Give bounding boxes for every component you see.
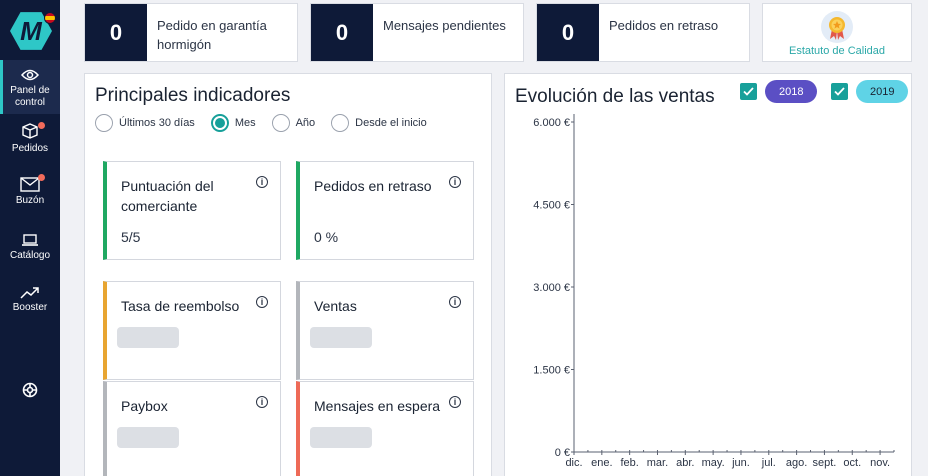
stat-value: 0 — [85, 4, 147, 61]
nav-orders[interactable]: Pedidos — [0, 122, 60, 156]
nav-orders-label: Pedidos — [11, 143, 49, 154]
stat-label: Pedidos en retraso — [609, 18, 719, 33]
card-title: Puntuación del comerciante — [121, 178, 214, 214]
quality-status-card[interactable]: Estatuto de Calidad — [762, 3, 912, 62]
x-tick-label: nov. — [870, 457, 890, 469]
box-icon — [22, 123, 38, 139]
card-title: Pedidos en retraso — [314, 178, 432, 194]
radio-label: Últimos 30 días — [119, 117, 195, 129]
medal-icon — [821, 11, 853, 43]
x-tick-label: dic. — [565, 457, 582, 469]
nav-dashboard[interactable]: Panel de control — [0, 60, 60, 114]
indicators-panel: Principales indicadores Últimos 30 días … — [84, 73, 492, 476]
app-logo[interactable]: M — [10, 10, 56, 52]
spain-flag-icon[interactable] — [44, 12, 56, 24]
stat-value: 0 — [537, 4, 599, 61]
period-radio-month[interactable]: Mes — [210, 114, 256, 132]
check-icon — [834, 87, 845, 96]
inbox-badge — [38, 174, 45, 181]
stat-label: Pedido en garantía hormigón — [157, 18, 267, 52]
eye-icon — [21, 69, 39, 81]
period-selector: Últimos 30 días Mes Año Desde el inicio — [95, 114, 443, 132]
nav-inbox[interactable]: Buzón — [0, 174, 60, 208]
info-icon[interactable]: i — [449, 396, 461, 408]
x-tick-label: may. — [702, 457, 725, 469]
loading-placeholder — [310, 427, 372, 448]
x-tick-label: sept. — [813, 457, 837, 469]
info-icon[interactable]: i — [449, 176, 461, 188]
radio-circle[interactable] — [271, 114, 290, 132]
radio-label: Mes — [234, 117, 256, 129]
trend-icon — [20, 287, 39, 299]
sales-chart: 0 €1.500 €3.000 €4.500 €6.000 €dic. ene. f… — [533, 114, 895, 469]
sidebar: M Panel de control Pedidos Buzón Catálog… — [0, 0, 60, 476]
loading-placeholder — [117, 327, 179, 348]
nav-booster[interactable]: Booster — [0, 286, 60, 314]
y-tick-label: 6.000 € — [533, 117, 570, 129]
x-tick-label: mar. — [647, 457, 668, 469]
stat-delayed-orders[interactable]: 0 Pedidos en retraso — [536, 3, 750, 62]
stat-guarantee-orders[interactable]: 0 Pedido en garantía hormigón — [84, 3, 298, 62]
period-radio-since-start[interactable]: Desde el inicio — [331, 114, 427, 132]
quality-status-label: Estatuto de Calidad — [788, 45, 885, 57]
card-value: 5/5 — [121, 229, 141, 245]
y-tick-label: 3.000 € — [533, 282, 570, 294]
info-icon[interactable]: i — [256, 176, 268, 188]
support-icon — [22, 382, 38, 398]
nav-dashboard-label: Panel de control — [10, 85, 50, 108]
legend-checkbox-2018[interactable] — [740, 83, 757, 100]
card-title: Tasa de reembolso — [121, 298, 240, 314]
period-radio-30-days[interactable]: Últimos 30 días — [95, 114, 195, 132]
y-tick-label: 1.500 € — [533, 365, 570, 377]
check-icon — [743, 87, 754, 96]
card-title: Paybox — [121, 398, 168, 414]
indicator-card-merchant-score[interactable]: Puntuación del comerciante i 5/5 — [103, 161, 281, 260]
stat-label: Mensajes pendientes — [383, 18, 506, 33]
indicator-card-paybox[interactable]: Paybox i — [103, 381, 281, 476]
loading-placeholder — [310, 327, 372, 348]
radio-circle[interactable] — [210, 114, 229, 132]
card-title: Mensajes en espera — [314, 398, 441, 414]
orders-badge — [38, 122, 45, 129]
card-value: 0 % — [314, 229, 339, 245]
nav-catalog[interactable]: Catálogo — [0, 234, 60, 262]
radio-circle[interactable] — [331, 114, 350, 132]
info-icon[interactable]: i — [256, 396, 268, 408]
x-tick-label: ago. — [786, 457, 807, 469]
nav-inbox-label: Buzón — [15, 195, 45, 206]
indicator-card-delayed-orders[interactable]: Pedidos en retraso i 0 % — [296, 161, 474, 260]
indicator-card-refund-rate[interactable]: Tasa de reembolso i — [103, 281, 281, 380]
radio-label: Año — [295, 117, 316, 129]
period-radio-year[interactable]: Año — [271, 114, 316, 132]
stat-value: 0 — [311, 4, 373, 61]
stat-pending-messages[interactable]: 0 Mensajes pendientes — [310, 3, 524, 62]
x-tick-label: oct. — [843, 457, 861, 469]
indicator-card-sales[interactable]: Ventas i — [296, 281, 474, 380]
nav-catalog-label: Catálogo — [9, 250, 51, 261]
x-tick-label: abr. — [676, 457, 694, 469]
info-icon[interactable]: i — [256, 296, 268, 308]
mail-icon — [20, 177, 40, 192]
radio-circle[interactable] — [95, 114, 113, 132]
x-tick-label: feb. — [620, 457, 638, 469]
x-tick-label: jun. — [731, 457, 750, 469]
catalog-icon — [22, 234, 38, 246]
indicator-card-waiting-messages[interactable]: Mensajes en espera i — [296, 381, 474, 476]
indicators-title: Principales indicadores — [95, 85, 291, 106]
x-tick-label: jul. — [761, 457, 776, 469]
loading-placeholder — [117, 427, 179, 448]
y-tick-label: 4.500 € — [533, 200, 570, 212]
radio-label: Desde el inicio — [355, 117, 427, 129]
info-icon[interactable]: i — [449, 296, 461, 308]
nav-booster-label: Booster — [12, 302, 48, 313]
legend-checkbox-2019[interactable] — [831, 83, 848, 100]
card-title: Ventas — [314, 298, 357, 314]
x-tick-label: ene. — [591, 457, 612, 469]
nav-support[interactable] — [0, 382, 60, 402]
